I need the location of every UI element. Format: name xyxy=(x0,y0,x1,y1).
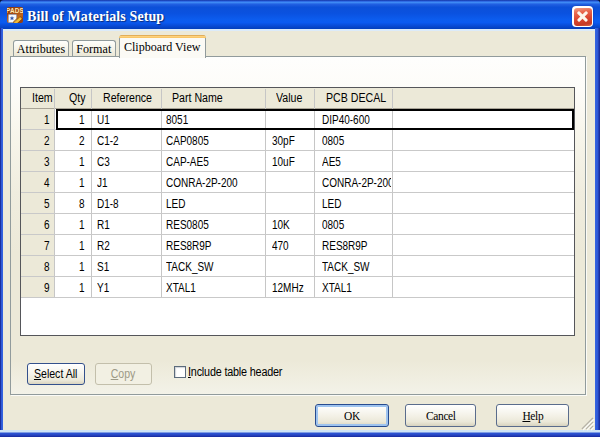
svg-text:PADS: PADS xyxy=(7,7,23,14)
